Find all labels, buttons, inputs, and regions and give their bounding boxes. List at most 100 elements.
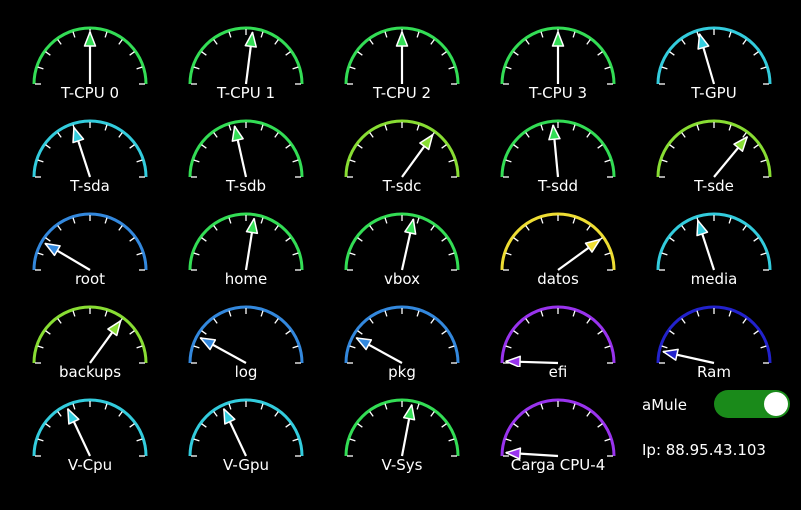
gauge-tick — [349, 438, 356, 442]
gauge-tick — [118, 39, 123, 45]
gauge-arc — [656, 119, 772, 178]
gauge-tick — [274, 225, 279, 231]
gauge-dial — [656, 305, 772, 365]
gauge-tick — [728, 217, 732, 224]
gauge-vbox: vbox — [332, 194, 472, 289]
gauge-tick — [586, 318, 591, 324]
gauge-needle-arrow — [72, 126, 85, 144]
gauge-label: backups — [58, 363, 122, 381]
gauge-tick — [416, 124, 420, 131]
gauge-tick — [193, 159, 200, 163]
amule-toggle[interactable] — [714, 390, 790, 418]
gauge-arc — [32, 305, 148, 364]
gauge-tick — [37, 66, 44, 70]
gauge-tick — [597, 330, 603, 335]
gauge-tick — [292, 252, 299, 256]
gauge-root: root — [20, 194, 160, 289]
gauge-needle-arrow — [402, 404, 416, 421]
gauge-tick — [213, 411, 218, 417]
gauge-dial — [188, 305, 304, 364]
gauge-tick — [430, 411, 435, 417]
gauge-tick — [513, 237, 519, 242]
gauge-tick — [292, 66, 299, 70]
gauge-tick — [505, 66, 512, 70]
gauge-needle-arrow — [696, 219, 709, 237]
gauge-needle-arrow — [67, 408, 80, 425]
gauge-arc — [188, 305, 304, 364]
gauge-needle-arrow — [107, 320, 122, 337]
gauge-tick — [416, 310, 420, 317]
gauge-tick — [753, 144, 759, 149]
gauge-tick — [201, 51, 207, 56]
gauge-tick — [728, 124, 732, 131]
gauge-t-sdc: T-sdc — [332, 101, 472, 196]
gauge-tick — [513, 144, 519, 149]
gauge-t-sdd: T-sdd — [488, 101, 628, 196]
gauge-arc — [188, 212, 304, 271]
gauge-tick — [260, 310, 264, 317]
gauge-label: Carga CPU-4 — [510, 456, 606, 474]
gauge-tick — [57, 225, 62, 231]
gauge-tick — [505, 345, 512, 349]
gauge-tick — [430, 318, 435, 324]
gauge-tick — [228, 403, 232, 410]
gauge-tick — [669, 237, 675, 242]
gauge-dial — [656, 26, 772, 85]
gauge-tick — [57, 39, 62, 45]
gauge-label: V-Gpu — [223, 456, 269, 474]
gauge-tick — [260, 403, 264, 410]
gauge-log: log — [176, 287, 316, 382]
gauge-arc — [344, 212, 460, 271]
gauge-arc — [500, 305, 616, 364]
gauge-tick — [72, 310, 76, 317]
gauge-t-sda: T-sda — [20, 101, 160, 196]
gauge-dial — [500, 398, 616, 460]
gauge-tick — [357, 423, 363, 428]
gauge-tick — [369, 39, 374, 45]
gauge-tick — [448, 252, 455, 256]
gauge-tick — [525, 39, 530, 45]
gauge-tick — [669, 51, 675, 56]
gauge-tick — [274, 411, 279, 417]
gauge-t-cpu-0: T-CPU 0 — [20, 8, 160, 103]
gauge-tick — [193, 345, 200, 349]
gauge-tick — [661, 345, 668, 349]
gauge-dashboard: T-CPU 0 T-CPU 1 T-CPU 2 T-CPU 3 T-GPU T-sda T-… — [0, 0, 801, 510]
gauge-tick — [213, 318, 218, 324]
gauge-label: log — [234, 363, 258, 381]
gauge-dial — [656, 119, 772, 178]
gauge-label: T-CPU 0 — [60, 84, 119, 102]
gauge-dial — [656, 212, 772, 271]
gauge-label: V-Sys — [381, 456, 423, 474]
gauge-tick — [540, 31, 544, 38]
gauge-tick — [292, 438, 299, 442]
gauge-tick — [201, 423, 207, 428]
gauge-needle-arrow — [662, 348, 679, 361]
gauge-tick — [285, 144, 291, 149]
gauge-tick — [193, 66, 200, 70]
gauge-tick — [136, 345, 143, 349]
gauge-tick — [228, 310, 232, 317]
gauge-tick — [285, 330, 291, 335]
gauge-tick — [369, 318, 374, 324]
gauge-tick — [681, 39, 686, 45]
gauge-tick — [260, 217, 264, 224]
gauge-tick — [505, 438, 512, 442]
gauge-tick — [37, 252, 44, 256]
gauge-tick — [104, 310, 108, 317]
gauge-arc — [656, 212, 772, 271]
gauge-tick — [742, 225, 747, 231]
gauge-tick — [661, 159, 668, 163]
gauge-needle-arrow — [355, 337, 373, 351]
gauge-tick — [728, 31, 732, 38]
gauge-tick — [384, 124, 388, 131]
gauge-tick — [285, 237, 291, 242]
gauge-needle-arrow — [83, 31, 97, 47]
gauge-tick — [742, 318, 747, 324]
gauge-tick — [597, 51, 603, 56]
gauge-label: T-sde — [694, 177, 734, 195]
gauge-tick — [292, 345, 299, 349]
gauge-tick — [349, 252, 356, 256]
ip-address-text: Ip: 88.95.43.103 — [642, 441, 766, 459]
gauge-tick — [604, 438, 611, 442]
